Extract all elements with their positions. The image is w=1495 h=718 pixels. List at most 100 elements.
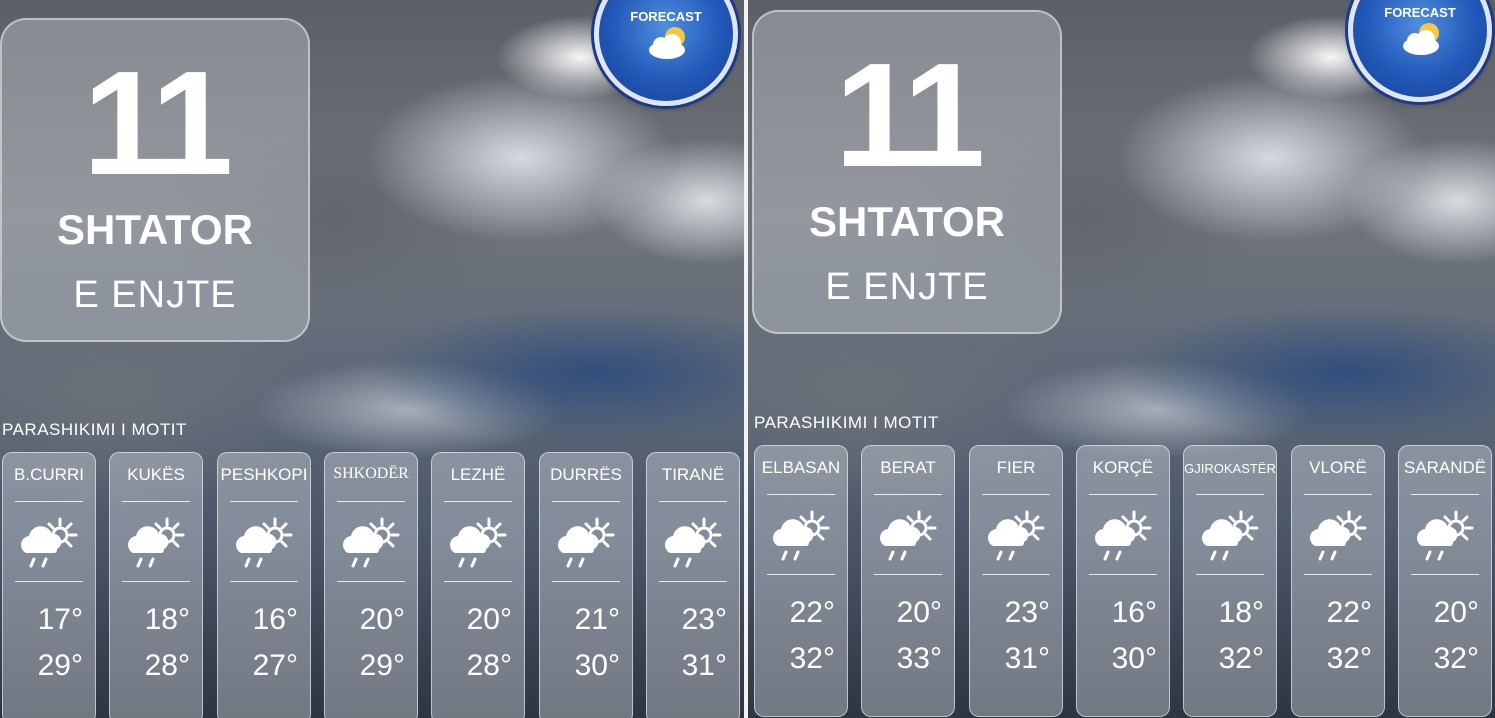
sun-cloud-rain-icon xyxy=(233,515,295,571)
max-temperature: 30° xyxy=(1111,642,1157,675)
date-card: 11 SHTATOR E ENJTE xyxy=(752,10,1062,334)
sun-cloud-rain-icon xyxy=(340,515,402,571)
min-temperature: 21° xyxy=(574,603,620,636)
max-temperature: 29° xyxy=(359,649,405,682)
sun-cloud-rain-icon xyxy=(877,508,939,564)
forecast-logo: FORECAST xyxy=(594,0,738,106)
min-temperature: 16° xyxy=(252,603,298,636)
card-divider xyxy=(1304,574,1372,575)
month-label: SHTATOR xyxy=(809,198,1005,245)
sun-cloud-rain-icon xyxy=(985,508,1047,564)
card-divider xyxy=(767,574,835,575)
min-temperature: 23° xyxy=(1004,596,1050,629)
max-temperature: 31° xyxy=(1004,642,1050,675)
city-card: B.CURRI 17° 29° xyxy=(2,452,96,718)
city-card: SHKODËR 20° 29° xyxy=(324,452,418,718)
weekday-label: E ENJTE xyxy=(73,274,237,316)
card-divider xyxy=(874,494,942,495)
forecast-panel-2: 11 SHTATOR E ENJTE FORECAST PARASHIKIMI … xyxy=(748,0,1495,718)
weekday-label: E ENJTE xyxy=(825,266,989,308)
sun-cloud-rain-icon xyxy=(447,515,509,571)
max-temperature: 32° xyxy=(1433,642,1479,675)
card-divider xyxy=(982,574,1050,575)
sun-cloud-rain-icon xyxy=(662,515,724,571)
max-temperature: 32° xyxy=(1326,642,1372,675)
card-divider xyxy=(552,501,620,502)
card-divider xyxy=(1089,494,1157,495)
min-temperature: 18° xyxy=(144,603,190,636)
sun-cloud-rain-icon xyxy=(18,515,80,571)
min-temperature: 16° xyxy=(1111,596,1157,629)
date-card: 11 SHTATOR E ENJTE xyxy=(0,18,310,342)
forecast-logo: FORECAST xyxy=(1348,0,1492,102)
city-name: TIRANË xyxy=(661,465,725,484)
card-divider xyxy=(1411,574,1479,575)
city-name: LEZHË xyxy=(450,465,506,484)
city-name: VLORË xyxy=(1309,458,1367,477)
max-temperature: 32° xyxy=(789,642,835,675)
card-divider xyxy=(659,501,727,502)
card-divider xyxy=(122,501,190,502)
card-divider xyxy=(1089,574,1157,575)
city-card: FIER 23° 31° xyxy=(969,445,1063,717)
city-card: TIRANË 23° 31° xyxy=(646,452,740,718)
sun-cloud-rain-icon xyxy=(1307,508,1369,564)
section-label: PARASHIKIMI I MOTIT xyxy=(2,420,187,439)
max-temperature: 33° xyxy=(896,642,942,675)
min-temperature: 17° xyxy=(37,603,83,636)
max-temperature: 31° xyxy=(681,649,727,682)
sun-cloud-rain-icon xyxy=(1092,508,1154,564)
city-card: BERAT 20° 33° xyxy=(861,445,955,717)
min-temperature: 20° xyxy=(896,596,942,629)
city-card: VLORË 22° 32° xyxy=(1291,445,1385,717)
min-temperature: 22° xyxy=(1326,596,1372,629)
city-card: DURRËS 21° 30° xyxy=(539,452,633,718)
card-divider xyxy=(122,581,190,582)
min-temperature: 23° xyxy=(681,603,727,636)
city-name: SHKODËR xyxy=(333,465,409,482)
city-name: B.CURRI xyxy=(14,465,84,484)
month-label: SHTATOR xyxy=(57,206,253,253)
city-name: PESHKOPI xyxy=(220,465,308,484)
card-divider xyxy=(337,501,405,502)
max-temperature: 27° xyxy=(252,649,298,682)
sun-cloud-rain-icon xyxy=(1414,508,1476,564)
max-temperature: 28° xyxy=(144,649,190,682)
forecast-panel-1: 11 SHTATOR E ENJTE FORECAST PARASHIKIMI … xyxy=(0,0,744,718)
sun-cloud-rain-icon xyxy=(770,508,832,564)
min-temperature: 22° xyxy=(789,596,835,629)
section-label: PARASHIKIMI I MOTIT xyxy=(754,413,939,432)
city-name: DURRËS xyxy=(550,465,622,484)
city-card: KORÇË 16° 30° xyxy=(1076,445,1170,717)
sun-cloud-rain-icon xyxy=(1199,508,1261,564)
logo-cloud-icon xyxy=(1403,23,1439,55)
card-divider xyxy=(444,501,512,502)
logo-text: FORECAST xyxy=(630,9,702,24)
card-divider xyxy=(982,494,1050,495)
logo-text: FORECAST xyxy=(1384,5,1456,20)
max-temperature: 32° xyxy=(1218,642,1264,675)
card-divider xyxy=(230,501,298,502)
city-name: FIER xyxy=(996,458,1036,477)
forecast-collage: 11 SHTATOR E ENJTE FORECAST PARASHIKIMI … xyxy=(0,0,1495,718)
day-number: 11 xyxy=(82,41,233,206)
max-temperature: 30° xyxy=(574,649,620,682)
city-card: GJIROKASTËR 18° 32° xyxy=(1183,445,1277,717)
city-card: LEZHË 20° 28° xyxy=(431,452,525,718)
card-divider xyxy=(337,581,405,582)
card-divider xyxy=(15,581,83,582)
city-card: KUKËS 18° 28° xyxy=(109,452,203,718)
day-number: 11 xyxy=(834,33,985,198)
card-divider xyxy=(15,501,83,502)
logo-cloud-icon xyxy=(649,27,685,59)
card-divider xyxy=(659,581,727,582)
card-divider xyxy=(1196,494,1264,495)
city-card: SARANDË 20° 32° xyxy=(1398,445,1492,717)
city-name: SARANDË xyxy=(1403,458,1487,477)
max-temperature: 29° xyxy=(37,649,83,682)
min-temperature: 20° xyxy=(1433,596,1479,629)
sun-cloud-rain-icon xyxy=(555,515,617,571)
min-temperature: 20° xyxy=(466,603,512,636)
city-name: BERAT xyxy=(880,458,936,477)
sun-cloud-rain-icon xyxy=(125,515,187,571)
